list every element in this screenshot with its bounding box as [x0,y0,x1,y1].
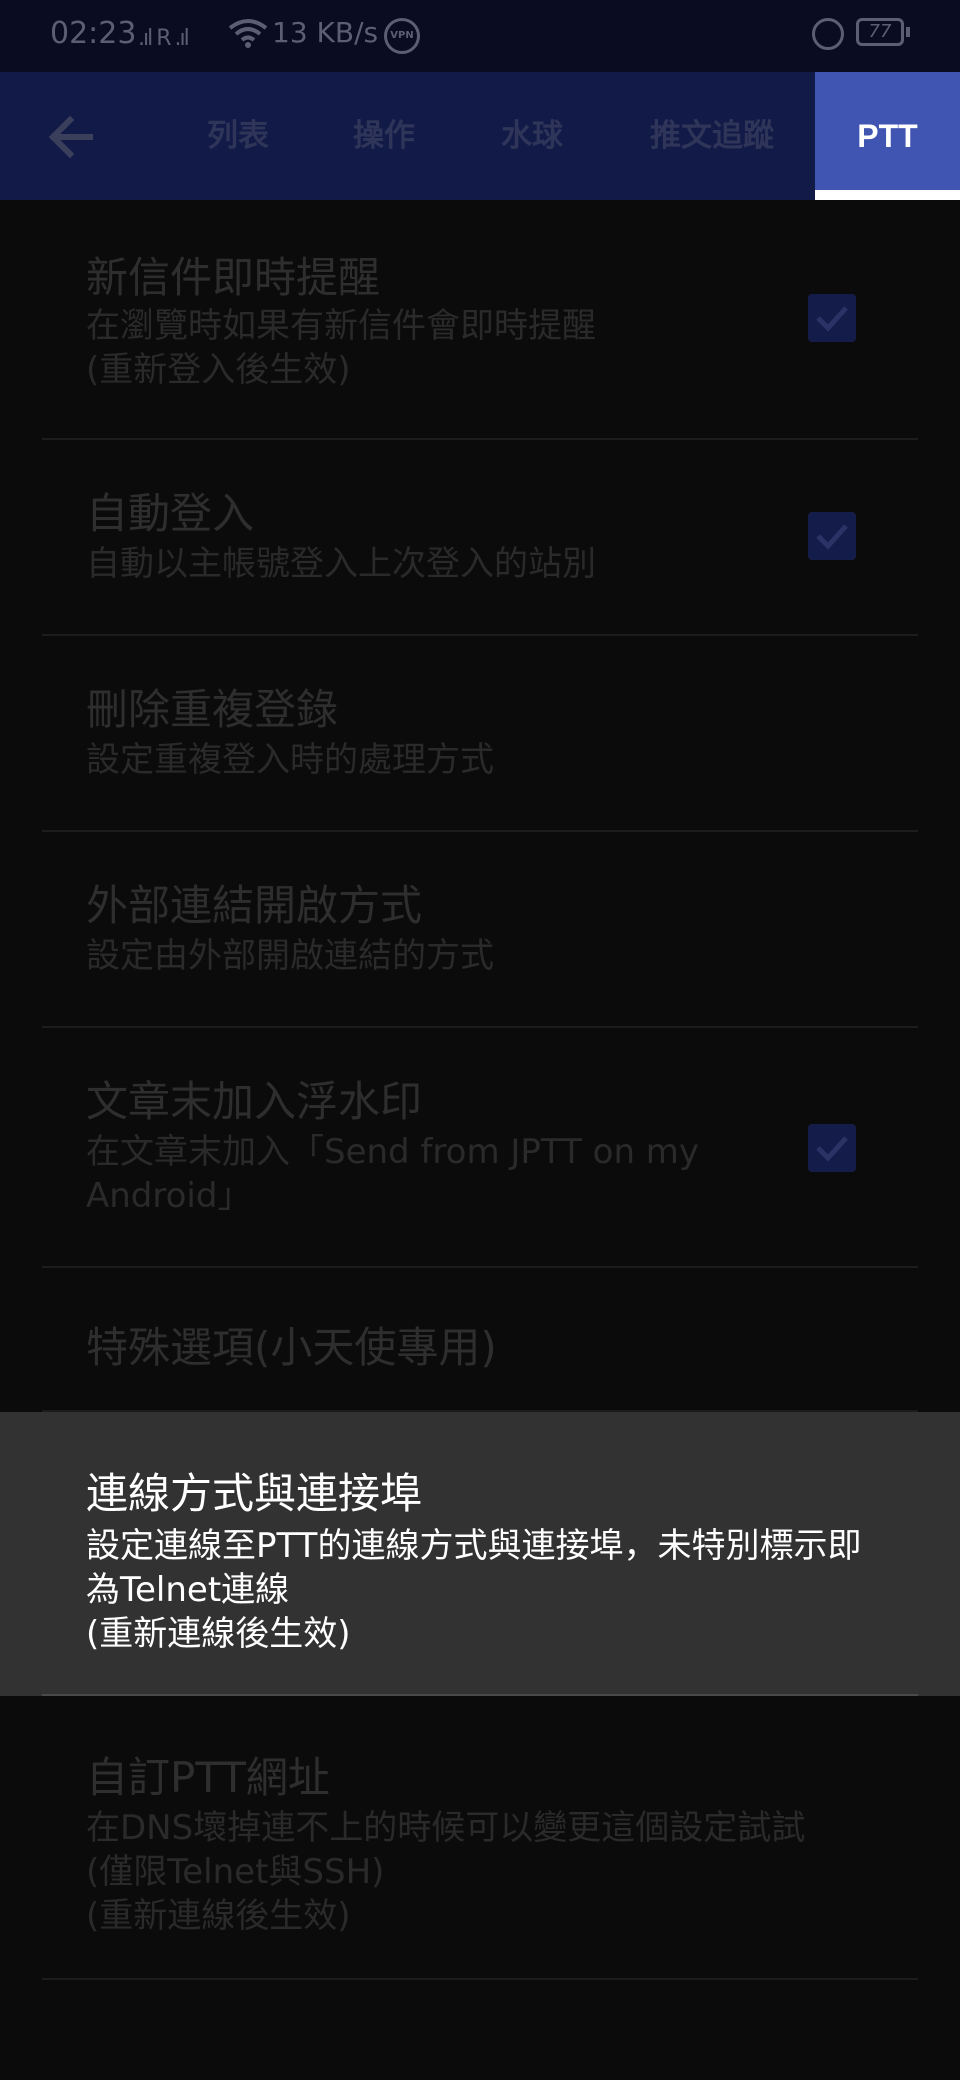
top-toolbar: 列表 操作 水球 推文追蹤 PTT [0,72,960,200]
tab-push-tracking[interactable]: 推文追蹤 [632,72,792,200]
status-time: 02:23 [50,16,137,51]
setting-summary: 在瀏覽時如果有新信件會即時提醒 (重新登入後生效) [86,306,596,390]
setting-duplicate-login[interactable]: 刪除重複登錄 設定重複登入時的處理方式 [0,636,960,832]
setting-auto-login[interactable]: 自動登入 自動以主帳號登入上次登入的站別 [0,440,960,636]
active-tab-indicator [815,190,960,200]
setting-watermark[interactable]: 文章末加入浮水印 在文章末加入「Send from JPTT on my And… [0,1028,960,1268]
setting-summary: 自動以主帳號登入上次登入的站別 [86,544,596,584]
setting-title: 刪除重複登錄 [86,685,339,734]
signal-icon: .ıl R .ıl [138,26,190,51]
setting-title: 文章末加入浮水印 [86,1077,423,1126]
check-icon [816,524,848,550]
checkbox-new-mail-alert[interactable] [808,294,856,342]
status-bar: 02:23 .ıl R .ıl 13 KB/s VPN 77 [0,0,960,72]
setting-summary: 在DNS壞掉連不上的時候可以變更這個設定試試 (僅限Telnet與SSH) (重… [86,1808,806,1936]
checkbox-watermark[interactable] [808,1124,856,1172]
battery-icon: 77 [856,18,904,46]
setting-title: 連線方式與連接埠 [86,1469,423,1518]
tab-operations[interactable]: 操作 [324,72,444,200]
setting-special-options[interactable]: 特殊選項(小天使專用) [0,1268,960,1412]
wifi-icon [228,19,268,48]
setting-custom-ptt-url[interactable]: 自訂PTT網址 在DNS壞掉連不上的時候可以變更這個設定試試 (僅限Telnet… [0,1696,960,1980]
setting-external-link[interactable]: 外部連結開啟方式 設定由外部開啟連結的方式 [0,832,960,1028]
orientation-lock-icon [812,18,844,50]
setting-title: 自動登入 [86,489,255,538]
check-icon [816,306,848,332]
network-speed: 13 KB/s [272,16,379,49]
tab-list[interactable]: 列表 [178,72,298,200]
back-arrow-icon[interactable] [40,102,110,172]
setting-title: 特殊選項(小天使專用) [86,1323,497,1372]
setting-summary: 設定由外部開啟連結的方式 [86,936,494,976]
divider [42,1978,918,1980]
setting-connection-port[interactable]: 連線方式與連接埠 設定連線至PTT的連線方式與連接埠，未特別標示即為Telnet… [0,1412,960,1696]
setting-new-mail-alert[interactable]: 新信件即時提醒 在瀏覽時如果有新信件會即時提醒 (重新登入後生效) [0,200,960,440]
setting-summary: 設定重複登入時的處理方式 [86,740,494,780]
tab-ptt[interactable]: PTT [815,72,960,200]
vpn-icon: VPN [384,18,420,54]
battery-tip [906,27,910,37]
check-icon [816,1136,848,1162]
setting-summary: 在文章末加入「Send from JPTT on my Android」 [86,1132,700,1216]
checkbox-auto-login[interactable] [808,512,856,560]
tab-water-ball[interactable]: 水球 [472,72,592,200]
setting-title: 外部連結開啟方式 [86,881,423,930]
setting-title: 自訂PTT網址 [86,1753,330,1802]
setting-summary: 設定連線至PTT的連線方式與連接埠，未特別標示即為Telnet連線 (重新連線後… [86,1526,862,1654]
setting-title: 新信件即時提醒 [86,253,381,302]
